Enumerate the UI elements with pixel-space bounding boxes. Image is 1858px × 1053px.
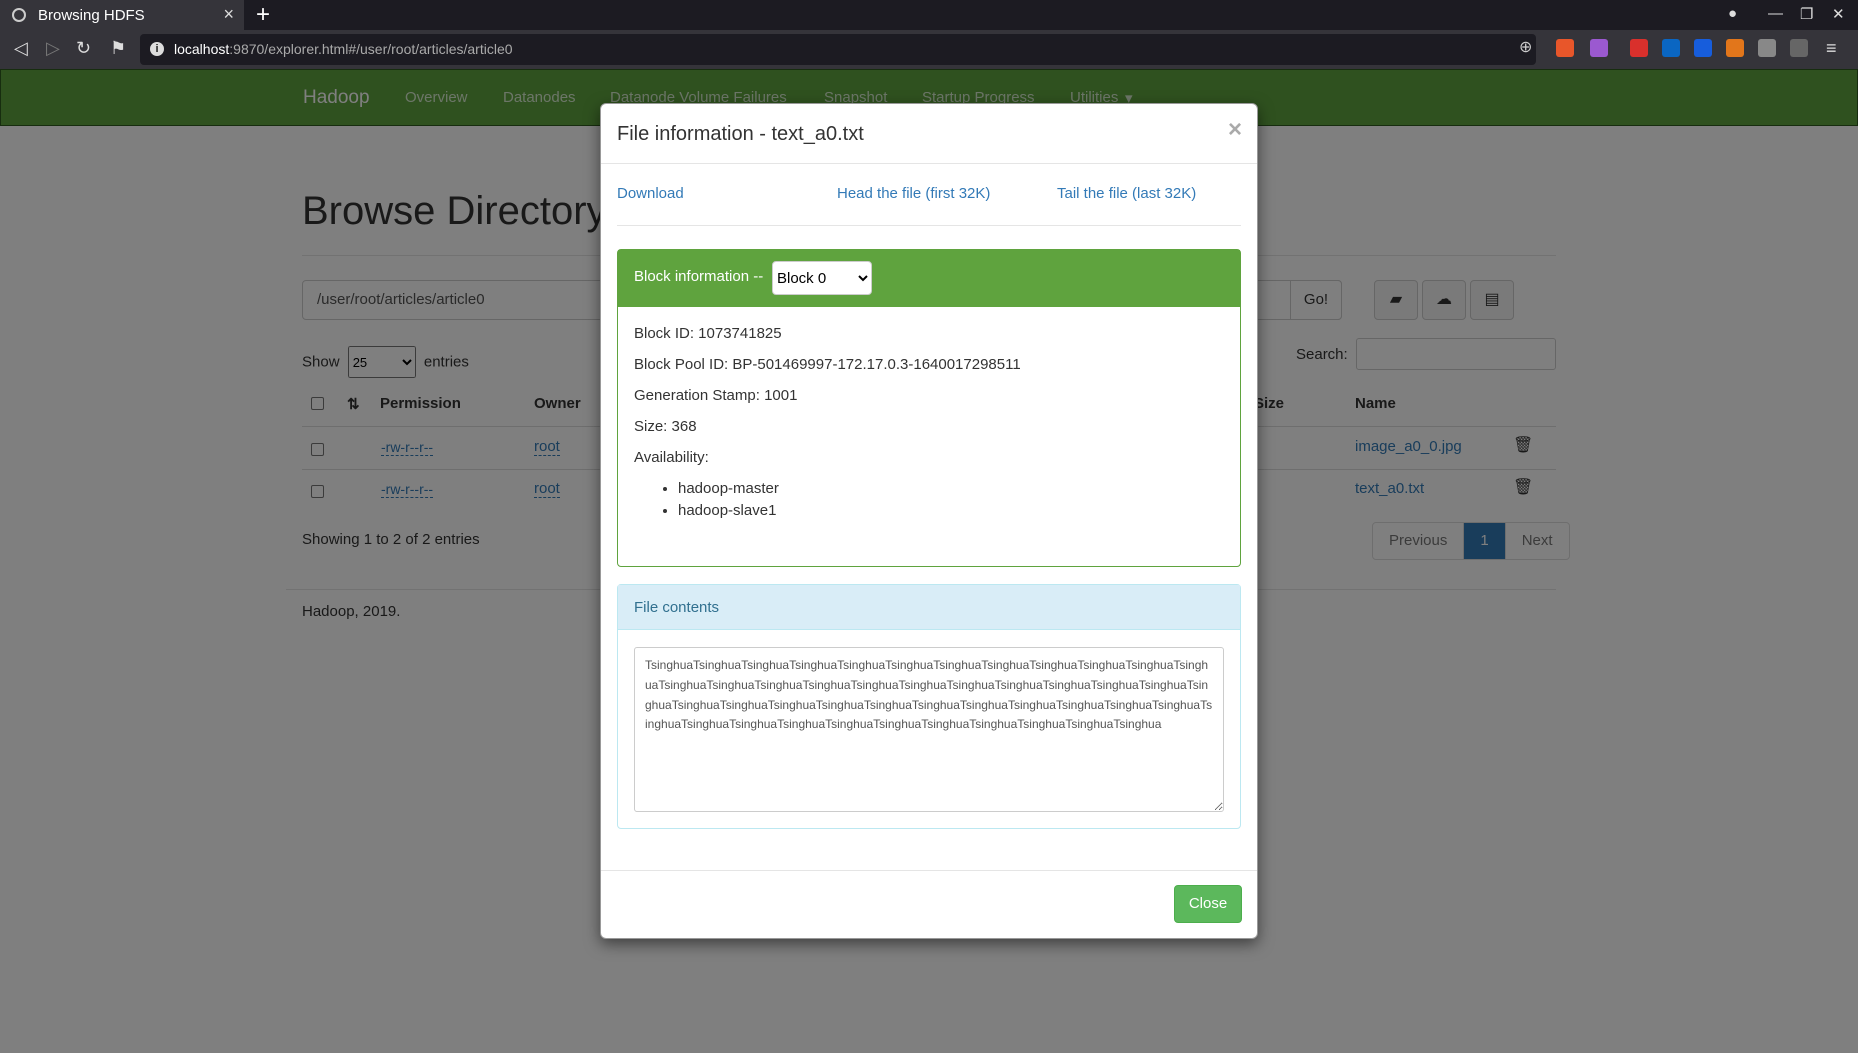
minimize-icon[interactable]: — bbox=[1768, 5, 1783, 22]
browser-toolbar: ◁ ▷ ↻ ⚑ i localhost:9870/explorer.html#/… bbox=[0, 30, 1858, 69]
block-size: Size: 368 bbox=[634, 418, 697, 435]
profile-icon[interactable]: ● bbox=[1728, 5, 1737, 22]
brave-shield-icon[interactable] bbox=[1556, 39, 1574, 57]
file-contents-textarea[interactable]: TsinghuaTsinghuaTsinghuaTsinghuaTsinghua… bbox=[634, 647, 1224, 812]
bitwarden-icon[interactable] bbox=[1694, 39, 1712, 57]
head-file-link[interactable]: Head the file (first 32K) bbox=[837, 185, 990, 202]
linkedin-icon[interactable] bbox=[1662, 39, 1680, 57]
file-contents-heading: File contents bbox=[618, 585, 1240, 630]
browser-tab[interactable]: Browsing HDFS × bbox=[0, 0, 244, 30]
metamask-icon[interactable] bbox=[1726, 39, 1744, 57]
url-path: :9870/explorer.html#/user/root/articles/… bbox=[229, 41, 513, 57]
reload-icon[interactable]: ↻ bbox=[76, 38, 91, 59]
site-info-icon[interactable]: i bbox=[150, 42, 164, 56]
maximize-icon[interactable]: ❐ bbox=[1800, 5, 1813, 23]
download-link[interactable]: Download bbox=[617, 185, 684, 202]
block-info-panel: Block information -- Block 0 Block ID: 1… bbox=[617, 249, 1241, 567]
file-contents-panel: File contents TsinghuaTsinghuaTsinghuaTs… bbox=[617, 584, 1241, 829]
address-bar[interactable]: i localhost:9870/explorer.html#/user/roo… bbox=[140, 34, 1536, 65]
divider bbox=[617, 225, 1241, 226]
todoist-icon[interactable] bbox=[1630, 39, 1648, 57]
globe-icon bbox=[12, 8, 26, 22]
new-tab-icon[interactable]: + bbox=[256, 1, 270, 29]
block-pool-id: Block Pool ID: BP-501469997-172.17.0.3-1… bbox=[634, 356, 1021, 373]
block-info-body: Block ID: 1073741825 Block Pool ID: BP-5… bbox=[618, 307, 1240, 542]
close-window-icon[interactable]: ✕ bbox=[1832, 5, 1845, 23]
wallet-icon[interactable] bbox=[1790, 39, 1808, 57]
zoom-icon[interactable]: ⊕ bbox=[1519, 37, 1532, 57]
modal-footer bbox=[601, 870, 1257, 871]
close-icon[interactable]: × bbox=[1228, 116, 1242, 144]
availability-label: Availability: bbox=[634, 449, 709, 466]
block-id: Block ID: 1073741825 bbox=[634, 325, 782, 342]
host-item: hadoop-master bbox=[678, 480, 1224, 497]
modal-title: File information - text_a0.txt bbox=[617, 123, 864, 145]
block-info-heading: Block information -- Block 0 bbox=[618, 250, 1240, 307]
forward-icon[interactable]: ▷ bbox=[46, 38, 60, 59]
menu-icon[interactable]: ≡ bbox=[1826, 38, 1837, 59]
modal-header: File information - text_a0.txt × bbox=[601, 104, 1257, 164]
close-tab-icon[interactable]: × bbox=[223, 4, 234, 25]
tail-file-link[interactable]: Tail the file (last 32K) bbox=[1057, 185, 1196, 202]
brave-rewards-icon[interactable] bbox=[1590, 39, 1608, 57]
block-select[interactable]: Block 0 bbox=[772, 261, 872, 295]
back-icon[interactable]: ◁ bbox=[14, 38, 28, 59]
host-item: hadoop-slave1 bbox=[678, 502, 1224, 519]
generation-stamp: Generation Stamp: 1001 bbox=[634, 387, 798, 404]
close-button[interactable]: Close bbox=[1174, 885, 1242, 923]
extensions-icon[interactable] bbox=[1758, 39, 1776, 57]
bookmark-icon[interactable]: ⚑ bbox=[110, 38, 126, 59]
file-info-modal: File information - text_a0.txt × Downloa… bbox=[600, 103, 1258, 939]
tab-title: Browsing HDFS bbox=[38, 6, 145, 24]
host-list: hadoop-master hadoop-slave1 bbox=[634, 480, 1224, 519]
browser-tab-strip: Browsing HDFS × + ● — ❐ ✕ bbox=[0, 0, 1858, 30]
url-host: localhost bbox=[174, 41, 230, 57]
block-info-label: Block information -- bbox=[634, 268, 764, 285]
